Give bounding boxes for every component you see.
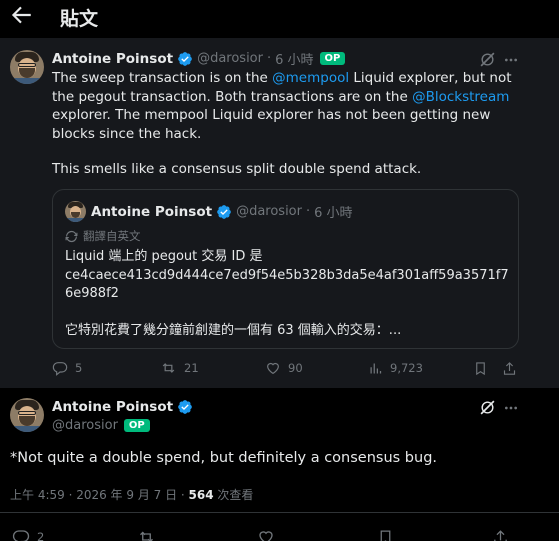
reply-count: 2: [37, 530, 45, 541]
parent-post[interactable]: Antoine Poinsot @darosior · 6 小時 OP The …: [0, 38, 559, 388]
verified-badge-icon: [178, 400, 192, 414]
separator-dot: ·: [266, 51, 272, 66]
verified-badge-icon: [217, 204, 231, 219]
views-label: 次查看: [213, 488, 254, 502]
main-action-bar: 2: [12, 528, 552, 541]
mention-link-blockstream[interactable]: @Blockstream: [412, 89, 509, 105]
quote-avatar: [65, 201, 86, 222]
bookmark-icon[interactable]: [473, 361, 488, 376]
op-badge: OP: [319, 52, 346, 65]
bookmark-button[interactable]: [377, 529, 492, 541]
heart-icon: [267, 362, 279, 375]
translated-label[interactable]: 翻譯自英文: [65, 228, 141, 244]
separator-dot: ·: [305, 204, 311, 219]
grok-icon[interactable]: [479, 51, 496, 68]
quote-text: Liquid 端上的 pegout 交易 ID 是 ce4caece413cd9…: [65, 248, 510, 341]
post-timestamp[interactable]: 上午 4:59 · 2026 年 9 月 7 日 · 564 次查看: [10, 486, 253, 503]
top-bar: 貼文: [0, 0, 559, 36]
reply-button[interactable]: 5: [52, 360, 160, 376]
repost-button[interactable]: [137, 528, 257, 541]
repost-count: 21: [184, 361, 199, 375]
like-count: 90: [288, 361, 303, 375]
quote-author-handle: @darosior: [236, 204, 302, 219]
post-text: *Not quite a double spend, but definitel…: [10, 450, 438, 466]
like-button[interactable]: [257, 528, 377, 541]
verified-badge-icon: [178, 51, 192, 66]
page-title: 貼文: [60, 8, 99, 30]
author-name[interactable]: Antoine Poinsot: [52, 399, 173, 415]
translate-icon: [65, 230, 78, 242]
author-handle[interactable]: @darosior: [197, 51, 263, 66]
repost-icon: [140, 531, 153, 541]
share-icon[interactable]: [492, 529, 509, 541]
avatar[interactable]: [10, 398, 44, 432]
author-handle[interactable]: @darosior: [52, 418, 118, 433]
bookmark-icon: [380, 529, 391, 541]
more-options-icon[interactable]: [503, 400, 519, 416]
post-header: Antoine Poinsot @darosior · 6 小時 OP: [52, 49, 346, 68]
main-handle-row: @darosior OP: [52, 418, 150, 433]
repost-button[interactable]: 21: [160, 360, 265, 376]
back-arrow-icon[interactable]: [8, 2, 34, 28]
grok-icon[interactable]: [479, 399, 496, 416]
quoted-post[interactable]: Antoine Poinsot @darosior · 6 小時 翻譯自英文 L…: [52, 189, 519, 349]
post-text: The sweep transaction is on the @mempool…: [52, 69, 522, 143]
views-button[interactable]: 9,723: [368, 361, 473, 376]
view-count: 564: [188, 488, 214, 502]
post-text-part: The sweep transaction is on the: [52, 70, 273, 86]
author-name[interactable]: Antoine Poinsot: [52, 51, 173, 67]
action-bar: 5 21 90 9,723: [52, 360, 519, 376]
repost-icon: [162, 363, 175, 373]
quote-line: 它特別花費了幾分鐘前創建的一個有 63 個輸入的交易：...: [65, 323, 402, 338]
post-date-time: 上午 4:59 · 2026 年 9 月 7 日 ·: [10, 488, 189, 502]
reply-count: 5: [75, 361, 83, 375]
like-button[interactable]: 90: [265, 360, 368, 376]
post-text-part: explorer. The mempool Liquid explorer ha…: [52, 107, 491, 142]
op-badge: OP: [123, 419, 150, 432]
main-author-name-row: Antoine Poinsot: [52, 399, 193, 415]
translated-text: 翻譯自英文: [83, 229, 141, 243]
quote-author-name: Antoine Poinsot: [91, 203, 213, 220]
post-time[interactable]: 6 小時: [275, 49, 313, 68]
avatar[interactable]: [10, 50, 44, 84]
quote-time: 6 小時: [314, 206, 353, 221]
reply-icon: [52, 362, 68, 376]
divider: [0, 512, 559, 513]
quote-txid: ce4caece413cd9d444ce7ed9f54e5b328b3da5e4…: [65, 267, 509, 302]
reply-button[interactable]: 2: [12, 528, 137, 541]
share-icon[interactable]: [502, 361, 517, 376]
main-post: Antoine Poinsot @darosior OP *Not quite …: [0, 390, 559, 541]
reply-icon: [12, 530, 30, 541]
more-options-icon[interactable]: [503, 52, 519, 68]
view-count: 9,723: [390, 361, 423, 375]
post-text-conclusion: This smells like a consensus split doubl…: [52, 161, 422, 177]
quote-line: Liquid 端上的 pegout 交易 ID 是: [65, 249, 263, 264]
views-chart-icon: [370, 363, 382, 373]
heart-icon: [259, 531, 273, 541]
quote-header: Antoine Poinsot @darosior · 6 小時: [91, 202, 353, 222]
mention-link-mempool[interactable]: @mempool: [272, 70, 349, 86]
